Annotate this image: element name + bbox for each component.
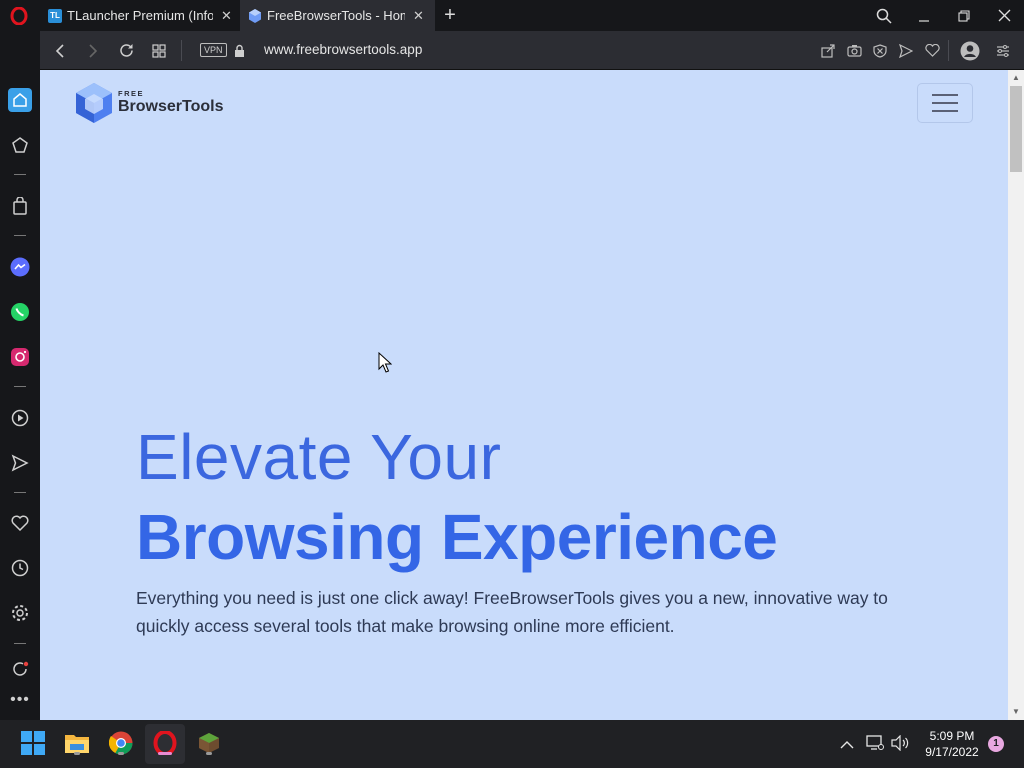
windows-start-icon[interactable] xyxy=(18,728,48,758)
shopping-bag-icon[interactable] xyxy=(8,194,32,218)
hamburger-menu-button[interactable] xyxy=(917,83,973,123)
menu-line xyxy=(932,102,958,104)
logo-small-text: FREE xyxy=(118,89,145,98)
restore-icon[interactable] xyxy=(944,0,984,31)
show-hidden-icons-chevron-icon[interactable] xyxy=(840,736,854,754)
mouse-cursor-icon xyxy=(378,352,392,373)
send-to-flow-icon[interactable] xyxy=(898,31,914,70)
web-page: FREE BrowserTools Elevate Your Browsing … xyxy=(40,70,1008,720)
url-field[interactable]: www.freebrowsertools.app xyxy=(264,42,422,57)
ad-blocker-icon[interactable] xyxy=(872,31,888,70)
close-tab-icon[interactable]: ✕ xyxy=(413,8,424,24)
lock-icon[interactable] xyxy=(232,31,246,70)
running-indicator xyxy=(118,752,124,755)
network-icon[interactable] xyxy=(866,735,884,756)
home-icon[interactable] xyxy=(8,88,32,112)
speed-dial-icon[interactable] xyxy=(8,133,32,157)
vpn-badge[interactable]: VPN xyxy=(200,43,227,57)
tab-freebrowsertools[interactable]: FreeBrowserTools - Home ✕ xyxy=(240,0,435,31)
messenger-icon[interactable] xyxy=(8,255,32,279)
hero-heading-line1: Elevate Your xyxy=(136,421,502,493)
scrollbar-thumb[interactable] xyxy=(1010,86,1022,172)
opera-taskbar-icon[interactable] xyxy=(150,728,180,758)
hero-description: Everything you need is just one click aw… xyxy=(136,588,888,636)
tab-strip: TL TLauncher Premium (Inform ✕ FreeBrows… xyxy=(0,0,1024,31)
search-tabs-icon[interactable] xyxy=(864,0,904,31)
sidebar-divider xyxy=(14,643,26,644)
opera-sidebar: ••• xyxy=(0,31,40,720)
windows-taskbar: 5:09 PM 9/17/2022 1 xyxy=(0,720,1024,768)
tab-tlauncher[interactable]: TL TLauncher Premium (Inform ✕ xyxy=(40,0,240,31)
more-options-icon[interactable]: ••• xyxy=(8,688,32,712)
settings-gear-icon[interactable] xyxy=(8,601,32,625)
scroll-up-arrow-icon[interactable]: ▲ xyxy=(1012,73,1020,82)
share-icon[interactable] xyxy=(820,31,836,70)
new-tab-icon[interactable]: + xyxy=(441,5,459,25)
scroll-down-arrow-icon[interactable]: ▼ xyxy=(1012,707,1020,716)
back-icon[interactable] xyxy=(50,31,70,70)
toolbar-divider xyxy=(181,40,182,61)
file-explorer-icon[interactable] xyxy=(62,728,92,758)
hero-heading-line2: Browsing Experience xyxy=(136,501,778,573)
chrome-icon[interactable] xyxy=(106,728,136,758)
volume-icon[interactable] xyxy=(891,734,909,756)
running-indicator xyxy=(74,752,80,755)
sidebar-divider xyxy=(14,492,26,493)
notification-badge[interactable]: 1 xyxy=(988,736,1004,752)
menu-line xyxy=(932,94,958,96)
reload-icon[interactable] xyxy=(116,31,136,70)
sidebar-divider xyxy=(14,386,26,387)
running-indicator xyxy=(206,752,212,755)
tab-title: FreeBrowserTools - Home xyxy=(267,8,405,23)
sidebar-divider xyxy=(14,174,26,175)
close-window-icon[interactable] xyxy=(984,0,1024,31)
toolbar-divider xyxy=(948,40,949,61)
camera-snapshot-icon[interactable] xyxy=(846,31,862,70)
opera-menu-icon[interactable] xyxy=(8,6,30,26)
clock-time: 5:09 PM xyxy=(929,729,975,743)
bookmark-heart-icon[interactable] xyxy=(924,31,940,70)
minimize-icon[interactable] xyxy=(904,0,944,31)
whatsapp-icon[interactable] xyxy=(8,300,32,324)
active-indicator xyxy=(158,752,172,755)
update-icon[interactable] xyxy=(8,661,32,677)
history-clock-icon[interactable] xyxy=(8,556,32,580)
logo-name: BrowserTools xyxy=(118,98,224,115)
tab-title: TLauncher Premium (Inform xyxy=(67,8,213,23)
menu-line xyxy=(932,110,958,112)
send-icon[interactable] xyxy=(8,451,32,475)
page-scrollbar[interactable]: ▲ ▼ xyxy=(1008,70,1024,720)
close-tab-icon[interactable]: ✕ xyxy=(221,8,232,24)
tab-grid-icon[interactable] xyxy=(149,31,169,70)
cube-logo-icon xyxy=(76,83,112,123)
site-logo[interactable]: FREE BrowserTools xyxy=(75,82,224,124)
heart-icon[interactable] xyxy=(8,511,32,535)
instagram-icon[interactable] xyxy=(8,345,32,369)
easy-setup-icon[interactable] xyxy=(995,31,1011,70)
forward-icon[interactable] xyxy=(83,31,103,70)
clock-date: 9/17/2022 xyxy=(925,745,979,759)
player-icon[interactable] xyxy=(8,406,32,430)
minecraft-icon[interactable] xyxy=(194,728,224,758)
sidebar-divider xyxy=(14,235,26,236)
address-toolbar: VPN www.freebrowsertools.app xyxy=(40,31,1024,70)
cube-favicon-icon xyxy=(248,8,262,23)
taskbar-clock[interactable]: 5:09 PM 9/17/2022 xyxy=(916,728,988,760)
tlauncher-favicon-icon: TL xyxy=(48,8,62,23)
profile-avatar-icon[interactable] xyxy=(959,31,981,70)
